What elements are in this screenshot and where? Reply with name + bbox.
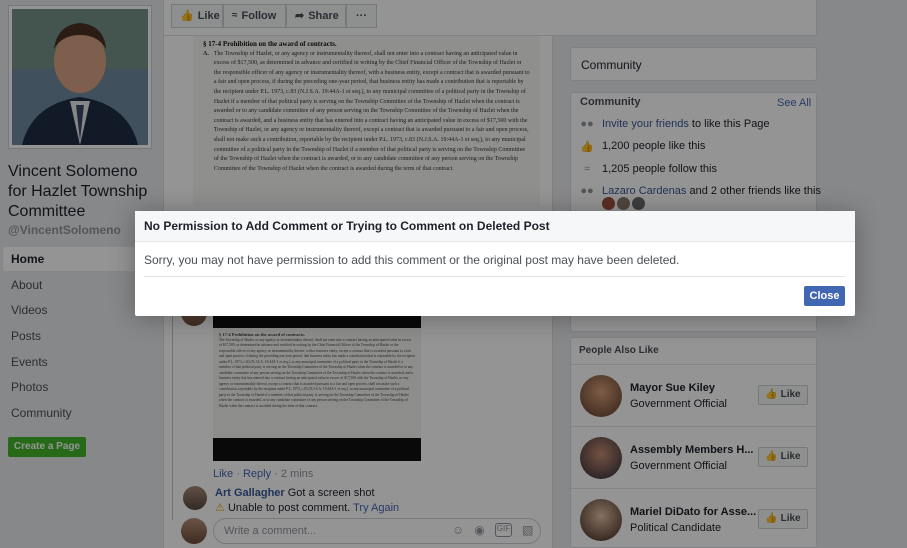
error-dialog: No Permission to Add Comment or Trying t…	[135, 211, 855, 316]
dialog-message: Sorry, you may not have permission to ad…	[144, 253, 680, 267]
dialog-title: No Permission to Add Comment or Trying t…	[135, 211, 855, 242]
dialog-divider	[144, 276, 846, 277]
close-button[interactable]: Close	[804, 286, 845, 306]
